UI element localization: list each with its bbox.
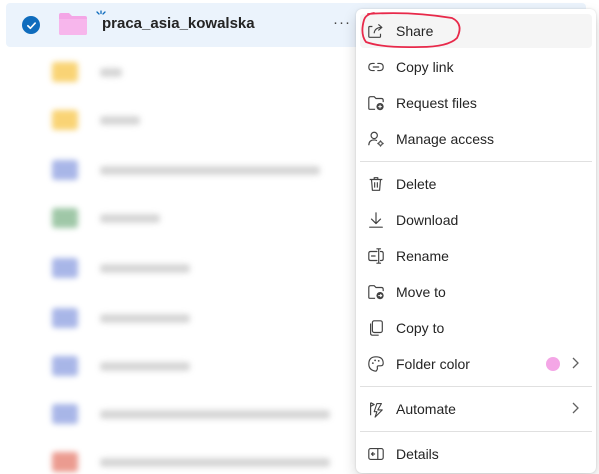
selected-checkmark-icon[interactable]	[22, 16, 40, 34]
menu-item-download[interactable]: Download	[360, 203, 592, 237]
chevron-right-icon	[572, 402, 579, 414]
menu-divider	[360, 386, 592, 387]
share-icon	[366, 21, 386, 41]
chevron-right-icon	[572, 357, 579, 369]
palette-icon	[366, 354, 386, 374]
menu-item-label: Details	[396, 446, 439, 462]
pink-folder-icon	[59, 13, 87, 35]
list-item[interactable]	[52, 208, 172, 230]
menu-item-rename[interactable]: Rename	[360, 239, 592, 273]
list-item[interactable]	[52, 404, 342, 426]
menu-divider	[360, 431, 592, 432]
trash-icon	[366, 174, 386, 194]
list-item[interactable]	[52, 452, 342, 474]
list-item[interactable]	[52, 308, 202, 330]
menu-item-copy-link[interactable]: Copy link	[360, 50, 592, 84]
details-icon	[366, 444, 386, 464]
menu-item-request-files[interactable]: Request files	[360, 86, 592, 120]
rename-icon	[366, 246, 386, 266]
menu-item-folder-color[interactable]: Folder color	[360, 347, 592, 381]
menu-item-label: Download	[396, 212, 459, 228]
menu-item-details[interactable]: Details	[360, 437, 592, 471]
menu-divider	[360, 161, 592, 162]
link-icon	[366, 57, 386, 77]
menu-item-delete[interactable]: Delete	[360, 167, 592, 201]
manage-access-icon	[366, 129, 386, 149]
menu-item-manage-access[interactable]: Manage access	[360, 122, 592, 156]
copy-to-icon	[366, 318, 386, 338]
automate-icon	[366, 399, 386, 419]
menu-item-label: Rename	[396, 248, 449, 264]
menu-item-label: Copy link	[396, 59, 454, 75]
move-to-icon	[366, 282, 386, 302]
more-options-button[interactable]: ···	[333, 14, 351, 31]
menu-item-label: Request files	[396, 95, 477, 111]
list-item[interactable]	[52, 160, 332, 182]
download-icon	[366, 210, 386, 230]
list-item[interactable]	[52, 110, 142, 132]
menu-item-label: Manage access	[396, 131, 495, 147]
menu-item-copy-to[interactable]: Copy to	[360, 311, 592, 345]
menu-item-label: Move to	[396, 284, 446, 300]
list-item[interactable]	[52, 258, 202, 280]
menu-item-share[interactable]: Share	[360, 14, 592, 48]
context-menu: Share Copy link Request files Manage acc…	[356, 9, 596, 473]
menu-item-label: Delete	[396, 176, 437, 192]
folder-name[interactable]: praca_asia_kowalska	[102, 15, 255, 32]
folder-color-swatch	[546, 357, 560, 371]
list-item[interactable]	[52, 356, 202, 378]
menu-item-label: Folder color	[396, 356, 470, 372]
list-item[interactable]	[52, 62, 122, 84]
menu-item-label: Automate	[396, 401, 456, 417]
menu-item-label: Share	[396, 23, 434, 39]
menu-item-label: Copy to	[396, 320, 445, 336]
menu-item-move-to[interactable]: Move to	[360, 275, 592, 309]
request-files-icon	[366, 93, 386, 113]
menu-item-automate[interactable]: Automate	[360, 392, 592, 426]
